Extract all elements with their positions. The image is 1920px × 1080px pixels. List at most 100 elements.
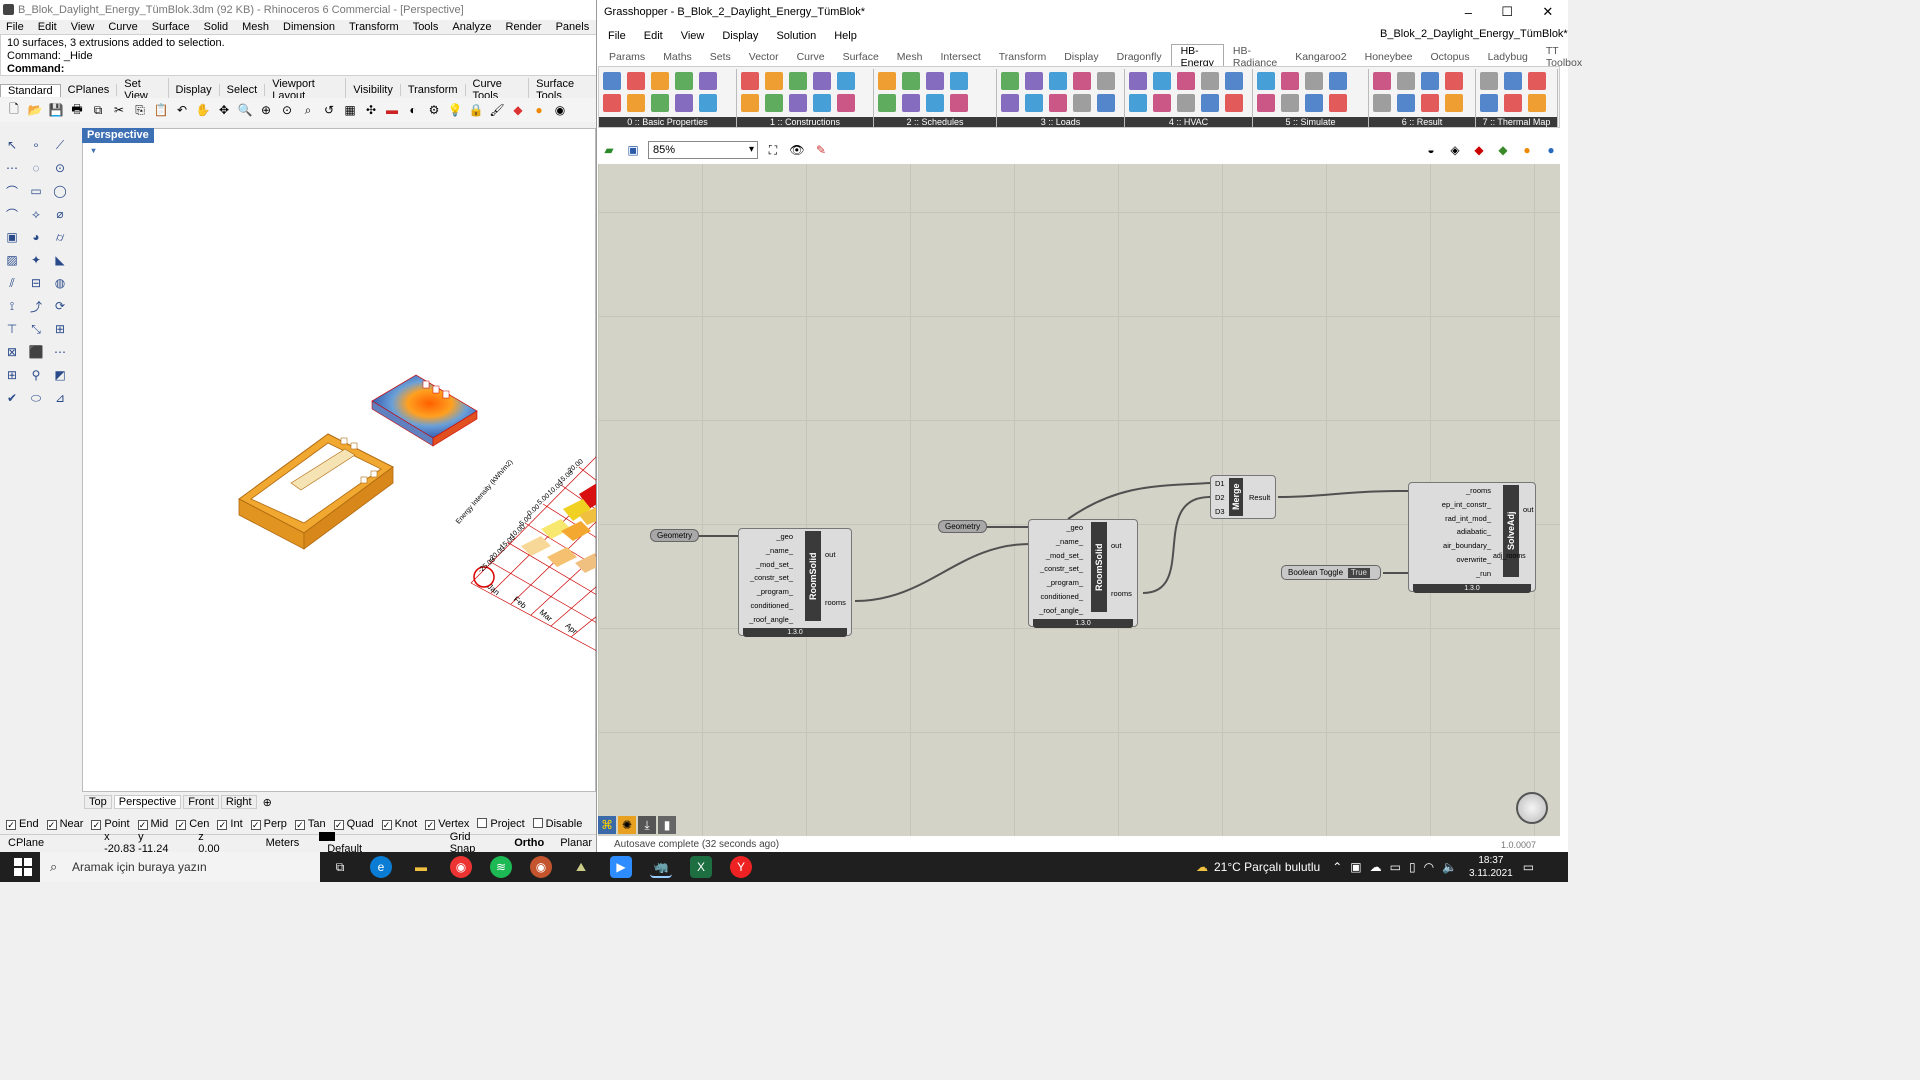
geometry-param-2[interactable]: Geometry xyxy=(938,520,988,533)
input-name[interactable]: _name_ xyxy=(1033,537,1083,546)
open-file-icon[interactable]: ▰ xyxy=(600,141,618,159)
options-icon[interactable]: ⚙ xyxy=(425,101,443,119)
yandex-icon[interactable]: Y xyxy=(730,856,752,878)
component-icon[interactable] xyxy=(675,94,693,112)
app-icon[interactable]: ⛰ xyxy=(570,856,592,878)
rhino-tab-select[interactable]: Select xyxy=(220,84,266,96)
material-icon[interactable]: ● xyxy=(530,101,548,119)
group-tool-icon[interactable]: ⊞ xyxy=(3,366,21,384)
input-adiabatic[interactable]: adiabatic_ xyxy=(1413,527,1491,536)
osnap-near[interactable]: ✓ Near xyxy=(46,818,83,830)
component-icon[interactable] xyxy=(1129,72,1147,90)
viewport-tab-right[interactable]: Right xyxy=(220,795,257,809)
cylinder-tool-icon[interactable]: ⌭ xyxy=(51,228,69,246)
input-modset[interactable]: _mod_set_ xyxy=(743,560,793,569)
d3-input[interactable]: D3 xyxy=(1215,507,1225,516)
component-icon[interactable] xyxy=(1177,72,1195,90)
tray-chevron-icon[interactable]: ⌃ xyxy=(1332,860,1342,874)
gh-tab-dragonfly[interactable]: Dragonfly xyxy=(1108,51,1171,63)
gh-tab-octopus[interactable]: Octopus xyxy=(1421,51,1478,63)
rhino-app-icon[interactable]: 🦏 xyxy=(650,856,672,878)
ribbon-group-label[interactable]: 3 :: Loads xyxy=(997,117,1124,127)
excel-icon[interactable]: X xyxy=(690,856,712,878)
ribbon-group-label[interactable]: 7 :: Thermal Map xyxy=(1476,117,1557,127)
component-icon[interactable] xyxy=(1225,94,1243,112)
component-icon[interactable] xyxy=(1073,94,1091,112)
wifi-icon[interactable]: ◠ xyxy=(1424,860,1434,874)
ribbon-group-label[interactable]: 5 :: Simulate xyxy=(1253,117,1368,127)
patch-tool-icon[interactable]: ✦ xyxy=(27,251,45,269)
component-icon[interactable] xyxy=(926,72,944,90)
component-icon[interactable] xyxy=(789,72,807,90)
gh-tab-vector[interactable]: Vector xyxy=(740,51,788,63)
zoom-selected-icon[interactable]: ⌕ xyxy=(299,101,317,119)
car-icon[interactable]: ▬ xyxy=(383,101,401,119)
minimize-icon[interactable]: – xyxy=(1465,5,1472,20)
viewport-tab-top[interactable]: Top xyxy=(84,795,112,809)
zoom-extents-icon[interactable]: ⛶ xyxy=(764,141,782,159)
osnap-point[interactable]: ✓ Point xyxy=(91,818,130,830)
component-icon[interactable] xyxy=(1153,72,1171,90)
component-icon[interactable] xyxy=(1329,72,1347,90)
gh-menu-edit[interactable]: Edit xyxy=(644,30,663,42)
clock[interactable]: 18:37 3.11.2021 xyxy=(1469,854,1513,880)
boolean-toggle[interactable]: Boolean Toggle True xyxy=(1281,565,1381,580)
input-constrset[interactable]: _constr_set_ xyxy=(743,573,793,582)
import-icon[interactable]: ⧉ xyxy=(89,101,107,119)
boolean-tool-icon[interactable]: ◍ xyxy=(51,274,69,292)
component-icon[interactable] xyxy=(1073,72,1091,90)
lock-icon[interactable]: 🔒 xyxy=(467,101,485,119)
component-icon[interactable] xyxy=(837,72,855,90)
component-icon[interactable] xyxy=(699,72,717,90)
move-tool-icon[interactable]: ⚲ xyxy=(27,366,45,384)
rhino-menu-view[interactable]: View xyxy=(71,21,95,33)
preview-selected-icon[interactable]: ◆ xyxy=(1470,141,1488,159)
select-tool-icon[interactable]: ↖ xyxy=(3,136,21,154)
roomsolid-component-2[interactable]: _geo _name_ _mod_set_ _constr_set_ _program_… xyxy=(1028,519,1138,628)
component-icon[interactable] xyxy=(1281,94,1299,112)
component-icon[interactable] xyxy=(1480,94,1498,112)
input-rooms[interactable]: _rooms xyxy=(1413,486,1491,495)
cut-icon[interactable]: ✂ xyxy=(110,101,128,119)
component-icon[interactable] xyxy=(741,72,759,90)
osnap-checkbox[interactable]: ✓ xyxy=(6,820,16,830)
roomsolid-component-1[interactable]: _geo _name_ _mod_set_ _constr_set_ _program_… xyxy=(738,528,852,637)
input-geo[interactable]: _geo xyxy=(1033,523,1083,532)
tablet-icon[interactable]: ▯ xyxy=(1409,860,1416,874)
solid-tool-icon[interactable]: ⬛ xyxy=(27,343,45,361)
gh-tab-kangaroo2[interactable]: Kangaroo2 xyxy=(1286,51,1355,63)
ladybug-icon[interactable]: ✺ xyxy=(618,816,636,834)
preview-mesh-icon[interactable]: ◆ xyxy=(1494,141,1512,159)
rotate-tool-icon[interactable]: ◩ xyxy=(51,366,69,384)
input-roofangle[interactable]: _roof_angle_ xyxy=(743,615,793,624)
draft-tool-icon[interactable]: ⊿ xyxy=(51,389,69,407)
rhino-tab-display[interactable]: Display xyxy=(169,84,220,96)
rhino-menu-curve[interactable]: Curve xyxy=(108,21,137,33)
osnap-mid[interactable]: ✓ Mid xyxy=(137,818,168,830)
surface-tool-icon[interactable]: ▨ xyxy=(3,251,21,269)
component-icon[interactable] xyxy=(950,72,968,90)
check-tool-icon[interactable]: ✔ xyxy=(3,389,21,407)
component-icon[interactable] xyxy=(1397,72,1415,90)
gh-navigation-dial-icon[interactable] xyxy=(1516,792,1548,824)
download-icon[interactable]: ⤓ xyxy=(638,816,656,834)
gh-menu-file[interactable]: File xyxy=(608,30,626,42)
component-icon[interactable] xyxy=(789,94,807,112)
component-icon[interactable] xyxy=(765,94,783,112)
gh-menu-display[interactable]: Display xyxy=(722,30,758,42)
rooms-output-1[interactable]: rooms xyxy=(825,598,846,607)
component-icon[interactable] xyxy=(926,94,944,112)
grid-tool-icon[interactable]: ⊠ xyxy=(3,343,21,361)
component-icon[interactable] xyxy=(765,72,783,90)
input-overwrite[interactable]: overwrite_ xyxy=(1413,555,1491,564)
input-radintmod[interactable]: rad_int_mod_ xyxy=(1413,514,1491,523)
display-settings-icon[interactable]: ● xyxy=(1542,141,1560,159)
sketch-pen-icon[interactable]: ✎ xyxy=(812,141,830,159)
ellipse-tool-icon[interactable]: ◯ xyxy=(51,182,69,200)
gh-menu-help[interactable]: Help xyxy=(834,30,857,42)
mesh-tool-icon[interactable]: ⋯ xyxy=(51,343,69,361)
component-icon[interactable] xyxy=(1397,94,1415,112)
gh-tab-curve[interactable]: Curve xyxy=(788,51,834,63)
osnap-perp[interactable]: ✓ Perp xyxy=(250,818,287,830)
onedrive-icon[interactable]: ☁ xyxy=(1370,860,1382,874)
